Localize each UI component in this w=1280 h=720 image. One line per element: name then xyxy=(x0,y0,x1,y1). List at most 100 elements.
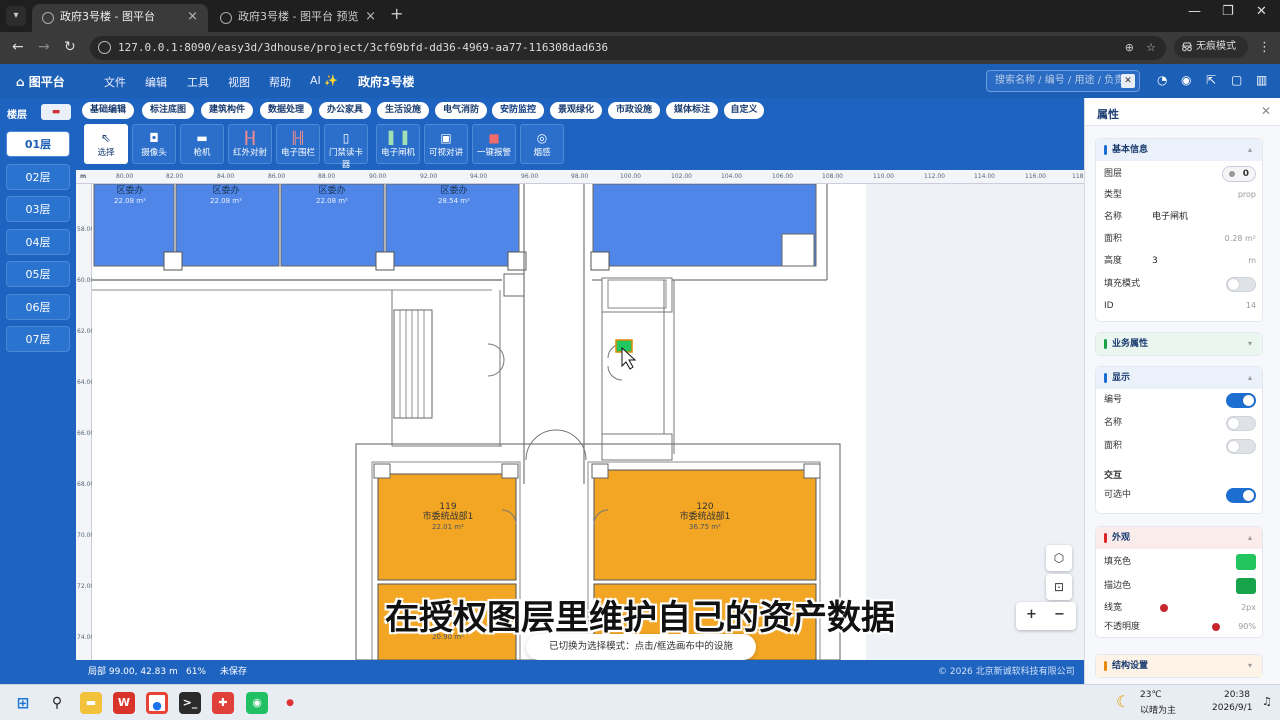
line-width-slider-handle[interactable] xyxy=(1160,604,1168,612)
restore-icon[interactable]: ❐ xyxy=(1222,4,1234,19)
expand-icon[interactable]: ▾ xyxy=(1248,655,1252,677)
section-header[interactable]: 基本信息 ▴ xyxy=(1096,139,1262,161)
browser-menu-icon[interactable]: ⋮ xyxy=(1258,40,1271,55)
url-field[interactable]: 127.0.0.1:8090/easy3d/3dhouse/project/3c… xyxy=(90,36,1166,60)
wps-office-icon[interactable]: W xyxy=(113,692,135,714)
tab-data-processing[interactable]: 数据处理 xyxy=(260,102,312,119)
tool-bullet-camera[interactable]: ▬ 枪机 xyxy=(180,124,224,164)
close-tab-icon[interactable]: × xyxy=(187,4,198,30)
close-window-icon[interactable]: ✕ xyxy=(1256,4,1267,19)
panel-toggle-icon[interactable]: ▥ xyxy=(1256,73,1267,87)
new-tab-icon[interactable]: + xyxy=(390,4,403,23)
floor-item-03[interactable]: 03层 xyxy=(6,196,70,222)
zoom-icon[interactable]: ⊕ xyxy=(1125,36,1134,60)
menu-view[interactable]: 视图 xyxy=(228,74,250,90)
fill-mode-toggle[interactable] xyxy=(1226,277,1256,292)
tab-media-annotate[interactable]: 媒体标注 xyxy=(666,102,718,119)
notification-bell-icon[interactable]: ♫ xyxy=(1262,695,1272,708)
tool-infrared[interactable]: ┠┨ 红外对射 xyxy=(228,124,272,164)
site-info-icon[interactable] xyxy=(98,41,111,54)
3d-view-icon[interactable]: ⬡ xyxy=(1046,545,1072,571)
properties-title: 属性 xyxy=(1097,108,1119,121)
section-header[interactable]: 外观 ▴ xyxy=(1096,527,1262,549)
fit-view-icon[interactable]: ⊡ xyxy=(1046,574,1072,600)
tool-select[interactable]: ⇖ 选择 xyxy=(84,124,128,164)
tool-alarm[interactable]: ■ 一键报警 xyxy=(472,124,516,164)
show-area-toggle[interactable] xyxy=(1226,439,1256,454)
opacity-slider-handle[interactable] xyxy=(1212,623,1220,631)
collapse-icon[interactable]: ▴ xyxy=(1248,367,1252,389)
tab-custom[interactable]: 自定义 xyxy=(724,102,764,119)
tab-living-facilities[interactable]: 生活设施 xyxy=(377,102,429,119)
add-floor-icon[interactable]: ▬ xyxy=(41,104,71,120)
clear-search-icon[interactable]: ✕ xyxy=(1121,74,1135,88)
tab-building-parts[interactable]: 建筑构件 xyxy=(201,102,253,119)
chrome-icon[interactable]: ● xyxy=(146,692,168,714)
palette-icon[interactable]: ◔ xyxy=(1157,73,1167,87)
collapse-icon[interactable]: ▴ xyxy=(1248,139,1252,161)
zoom-out-icon[interactable]: − xyxy=(1054,607,1065,622)
floor-item-07[interactable]: 07层 xyxy=(6,326,70,352)
tool-smoke[interactable]: ◎ 烟感 xyxy=(520,124,564,164)
file-explorer-icon[interactable]: ▬ xyxy=(80,692,102,714)
name-input[interactable]: 电子闸机 xyxy=(1152,208,1188,226)
fill-color-swatch[interactable] xyxy=(1236,554,1256,570)
tool-intercom[interactable]: ▣ 可视对讲 xyxy=(424,124,468,164)
floor-item-04[interactable]: 04层 xyxy=(6,229,70,255)
tab-security[interactable]: 安防监控 xyxy=(492,102,544,119)
tab-search-icon[interactable]: ▾ xyxy=(6,6,26,26)
tab-office-furniture[interactable]: 办公家具 xyxy=(319,102,371,119)
back-icon[interactable]: ← xyxy=(12,39,24,55)
section-header[interactable]: 显示 ▴ xyxy=(1096,367,1262,389)
windows-start-icon[interactable]: ⊞ xyxy=(12,692,34,714)
tool-camera[interactable]: ◘ 摄像头 xyxy=(132,124,176,164)
tool-fence[interactable]: ╟╢ 电子围栏 xyxy=(276,124,320,164)
eye-icon[interactable]: ◉ xyxy=(1181,73,1191,87)
search-icon[interactable]: ⚲ xyxy=(46,692,68,714)
tab-basic-edit[interactable]: 基础编辑 xyxy=(82,102,134,119)
layer-select[interactable]: 0 xyxy=(1222,166,1256,182)
search-input[interactable]: 搜索名称 / 编号 / 用途 / 负责 ✕ xyxy=(986,70,1140,92)
height-input[interactable]: 3 xyxy=(1152,252,1158,270)
reload-icon[interactable]: ↻ xyxy=(64,39,76,55)
menu-tools[interactable]: 工具 xyxy=(187,74,209,90)
browser-tab-active[interactable]: 政府3号楼 - 图平台 × xyxy=(32,4,208,32)
floor-item-01[interactable]: 01层 xyxy=(6,131,70,157)
wechat-icon[interactable]: ◉ xyxy=(246,692,268,714)
floor-item-02[interactable]: 02层 xyxy=(6,164,70,190)
floor-plan-canvas[interactable]: 区委办 22.08 m² 区委办 22.08 m² 区委办 22.08 m² 区委办 2… xyxy=(92,184,1084,660)
export-icon[interactable]: ⇱ xyxy=(1206,73,1216,87)
floor-item-06[interactable]: 06层 xyxy=(6,294,70,320)
forward-icon[interactable]: → xyxy=(38,39,50,55)
menu-ai[interactable]: AI ✨ xyxy=(310,74,338,87)
section-header[interactable]: 业务属性 ▾ xyxy=(1096,333,1262,355)
show-number-toggle[interactable] xyxy=(1226,393,1256,408)
menu-edit[interactable]: 编辑 xyxy=(145,74,167,90)
stroke-color-swatch[interactable] xyxy=(1236,578,1256,594)
terminal-icon[interactable]: >_ xyxy=(179,692,201,714)
tool-turnstile[interactable]: ▌▐ 电子闸机 xyxy=(376,124,420,164)
floor-item-05[interactable]: 05层 xyxy=(6,261,70,287)
bookmark-star-icon[interactable]: ☆ xyxy=(1146,36,1156,60)
menu-file[interactable]: 文件 xyxy=(104,74,126,90)
incognito-badge[interactable]: 无痕模式 xyxy=(1174,36,1248,58)
tab-municipal[interactable]: 市政设施 xyxy=(608,102,660,119)
fullscreen-icon[interactable]: ▢ xyxy=(1231,73,1242,87)
selectable-toggle[interactable] xyxy=(1226,488,1256,503)
app-dot-icon[interactable]: ● xyxy=(279,692,301,714)
close-tab-icon[interactable]: × xyxy=(365,4,376,30)
tab-electrical-fire[interactable]: 电气消防 xyxy=(435,102,487,119)
minimize-icon[interactable]: — xyxy=(1188,4,1201,19)
collapse-icon[interactable]: ▴ xyxy=(1248,527,1252,549)
show-name-toggle[interactable] xyxy=(1226,416,1256,431)
tab-landscape[interactable]: 景观绿化 xyxy=(550,102,602,119)
tab-annotate-base[interactable]: 标注底图 xyxy=(142,102,194,119)
menu-help[interactable]: 帮助 xyxy=(269,74,291,90)
close-panel-icon[interactable]: ✕ xyxy=(1261,104,1271,118)
expand-icon[interactable]: ▾ xyxy=(1248,333,1252,355)
browser-tab[interactable]: 政府3号楼 - 图平台 预览 × xyxy=(210,4,386,32)
tool-card-reader[interactable]: ▯ 门禁读卡器 xyxy=(324,124,368,170)
app-red-icon[interactable]: ✚ xyxy=(212,692,234,714)
section-header[interactable]: 结构设置 ▾ xyxy=(1096,655,1262,677)
app-logo[interactable]: ⌂ 图平台 xyxy=(16,73,65,90)
